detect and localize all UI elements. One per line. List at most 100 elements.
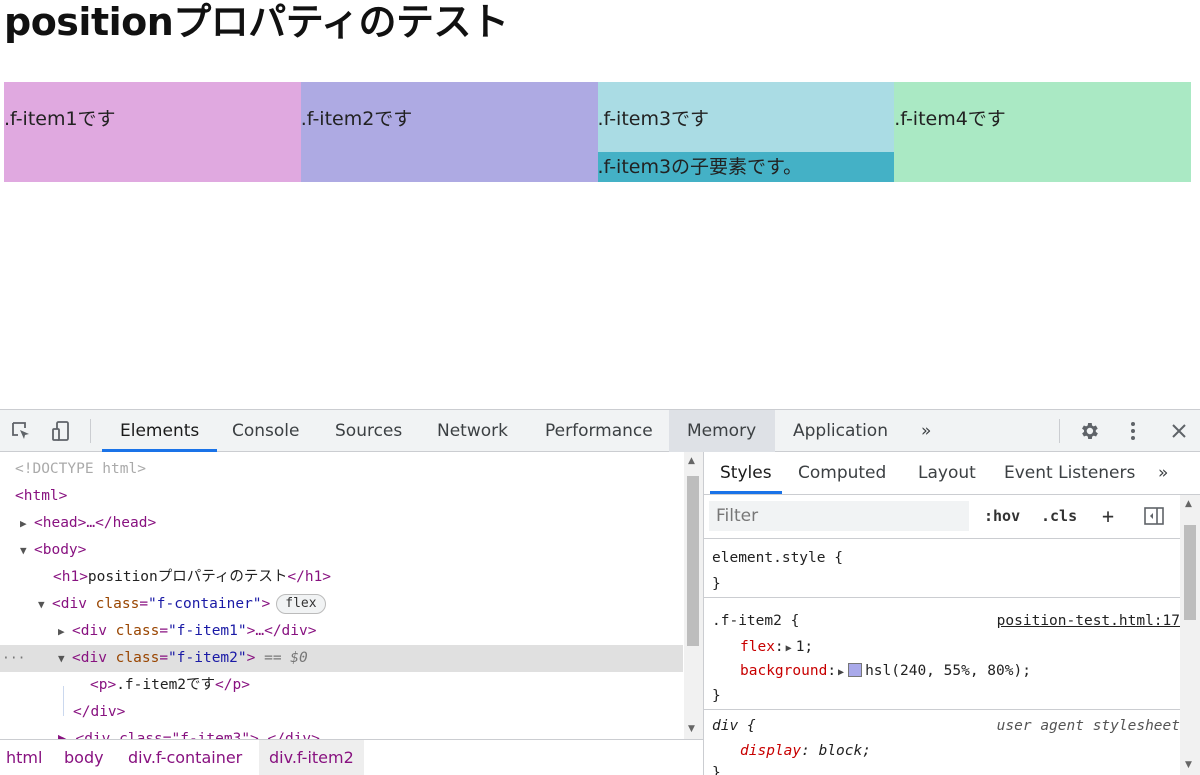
tab-memory[interactable]: Memory [669,410,775,452]
dom-node-p[interactable]: <p>.f-item2です</p> [0,672,683,699]
expand-triangle-icon[interactable]: ▶ [838,667,844,678]
scroll-up-icon[interactable]: ▲ [1185,499,1192,509]
dom-node-head[interactable]: ▶ <head>…</head> [0,510,683,537]
attr-value: "f-container" [148,596,262,612]
property-name: background [740,663,828,679]
collapse-triangle-icon[interactable]: ▼ [58,645,72,672]
element-style-selector[interactable]: element.style { [712,546,843,570]
dom-node-f-container[interactable]: ▼ <div class="f-container"> flex [0,591,683,618]
hov-button[interactable]: :hov [984,503,1020,529]
dom-node-body[interactable]: ▼ <body> [0,537,683,564]
html-tag: <html> [15,488,68,504]
more-options-icon[interactable] [1120,418,1146,444]
collapsed-end: >…</div> [246,623,317,639]
dom-node-div-close[interactable]: </div> [0,699,683,726]
toolbar-separator [90,419,91,443]
tab-event-listeners[interactable]: Event Listeners [994,452,1145,494]
scroll-down-icon[interactable]: ▼ [688,724,695,734]
rule-selector[interactable]: .f-item2 { [712,609,799,633]
tab-performance[interactable]: Performance [527,410,671,452]
expand-triangle-icon[interactable]: ▶ [20,510,34,537]
p-open-tag: <p> [90,677,117,693]
dom-scrollbar[interactable]: ▲ ▼ [684,452,703,739]
close-brace: } [712,576,721,592]
dom-scroll-thumb[interactable] [687,476,699,646]
dom-node-h1[interactable]: <h1>positionプロパティのテスト</h1> [0,564,683,591]
breadcrumb: html body div.f-container div.f-item2 [0,739,703,775]
breadcrumb-f-container[interactable]: div.f-container [122,740,248,775]
toolbar-separator [1059,419,1060,443]
page-title: positionプロパティのテスト [4,0,509,44]
f-item4-text: .f-item4です [894,108,1006,130]
background-declaration[interactable]: background: ▶ hsl(240, 55%, 80%); [740,659,1031,683]
breadcrumb-body[interactable]: body [58,740,110,775]
device-toggle-icon[interactable] [48,418,74,444]
flex-badge[interactable]: flex [276,594,326,614]
tab-application[interactable]: Application [775,410,906,452]
f-item2-rule: .f-item2 { position-test.html:17 flex: ▶ 1… [704,598,1180,710]
doctype-text: <!DOCTYPE html> [15,461,146,477]
styles-filter-input[interactable] [709,501,969,531]
new-rule-button[interactable]: + [1102,503,1114,529]
node-actions-icon[interactable]: ··· [2,645,25,672]
scroll-up-icon[interactable]: ▲ [688,456,695,466]
tab-styles[interactable]: Styles [710,452,782,494]
div-ua-rule: div { user agent stylesheet display: blo… [704,710,1180,775]
cls-button[interactable]: .cls [1041,503,1077,529]
tag-end: > [261,596,271,612]
flex-declaration[interactable]: flex: ▶ 1; [740,635,813,659]
styles-tabs: Styles Computed Layout Event Listeners » [704,452,1200,495]
rule-selector[interactable]: div { [712,714,756,738]
breadcrumb-f-item2[interactable]: div.f-item2 [259,740,364,775]
toggle-sidebar-icon[interactable] [1141,503,1167,529]
dom-node-f-item1[interactable]: ▶ <div class="f-item1">…</div> [0,618,683,645]
f-item4: .f-item4です [894,82,1191,182]
property-value: block; [818,743,871,759]
styles-scrollbar[interactable]: ▲ ▼ [1180,495,1200,775]
div-open-tag: <div [52,596,87,612]
more-tabs-button[interactable]: » [903,410,949,452]
dom-node-doctype[interactable]: <!DOCTYPE html> [0,456,683,483]
property-value: hsl(240, 55%, 80%); [865,663,1031,679]
breadcrumb-html[interactable]: html [0,740,48,775]
property-name: display [740,743,802,759]
styles-filter-bar: :hov .cls + [704,495,1180,539]
indent-guide [63,686,64,716]
rule-source-link[interactable]: position-test.html:17 [997,609,1180,633]
p-close-tag: </p> [215,677,250,693]
inspect-element-icon[interactable] [8,418,34,444]
styles-scroll-thumb[interactable] [1184,525,1196,620]
gear-icon[interactable] [1076,418,1102,444]
body-tag: <body> [34,542,87,558]
f-item3: .f-item3です .f-item3の子要素です。 [597,82,895,182]
f-item1-text: .f-item1です [4,108,116,130]
element-style-rule: element.style { } [704,540,1180,598]
tab-network[interactable]: Network [419,410,526,452]
f-item2-text: .f-item2です [300,108,413,130]
f-item3-child: .f-item3の子要素です。 [597,152,895,182]
f-item3-partial: ▶ <div class="f-item3">…</div> [58,731,320,739]
devtools-panel: Elements Console Sources Network Perform… [0,409,1200,775]
tab-elements[interactable]: Elements [102,410,218,452]
tab-sources[interactable]: Sources [317,410,420,452]
tab-console[interactable]: Console [214,410,318,452]
attr-value: "f-item2" [168,650,247,666]
dom-node-f-item2[interactable]: ··· ▼ <div class="f-item2"> == $0 [0,645,683,672]
styles-more-tabs[interactable]: » [1148,452,1178,494]
devtools-toolbar: Elements Console Sources Network Perform… [0,410,1200,452]
collapse-triangle-icon[interactable]: ▼ [20,537,34,564]
dom-node-html[interactable]: <html> [0,483,683,510]
selected-marker: == $0 [264,650,308,666]
close-icon[interactable] [1166,418,1192,444]
tab-computed[interactable]: Computed [788,452,896,494]
collapse-triangle-icon[interactable]: ▼ [38,591,52,618]
expand-triangle-icon[interactable]: ▶ [58,618,72,645]
display-declaration[interactable]: display: block; [740,739,871,763]
dom-node-f-item3-partial[interactable]: ▶ <div class="f-item3">…</div> [0,726,683,739]
tab-layout[interactable]: Layout [908,452,986,494]
expand-triangle-icon[interactable]: ▶ [786,643,792,654]
p-text: .f-item2です [116,677,216,693]
scroll-down-icon[interactable]: ▼ [1185,760,1192,770]
div-close-tag: </div> [73,704,126,720]
color-swatch[interactable] [848,663,863,677]
